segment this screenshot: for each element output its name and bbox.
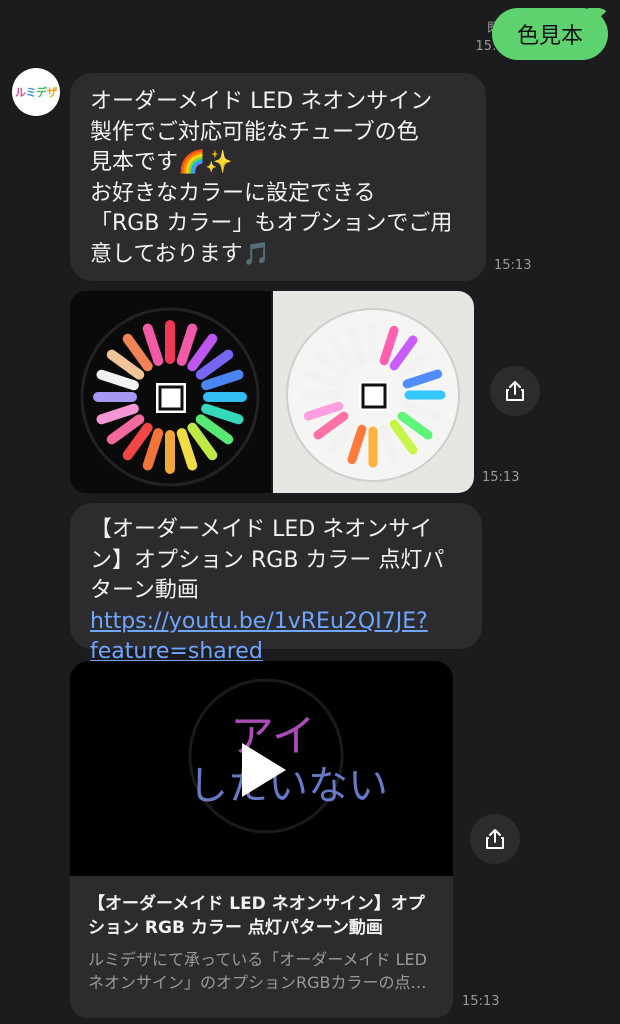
- neon-tube: [122, 422, 153, 461]
- neon-tube: [176, 428, 198, 471]
- received-message-text: オーダーメイド LED ネオンサイン 製作でご対応可能なチューブの色 見本です🌈…: [90, 89, 453, 267]
- video-preview-card[interactable]: アイ したいない 【オーダーメイド LED ネオンサイン】オプション RGB カ…: [70, 661, 453, 1018]
- neon-tube: [106, 349, 145, 380]
- neon-tube: [106, 414, 145, 445]
- sent-message-bubble[interactable]: 色見本: [492, 8, 608, 60]
- neon-tube: [201, 403, 244, 425]
- neon-sample-light-image[interactable]: [271, 291, 474, 493]
- neon-tube: [195, 414, 234, 445]
- link-message-text: 【オーダーメイド LED ネオンサイン】オプション RGB カラー 点灯パターン…: [90, 517, 445, 665]
- avatar[interactable]: ルミデザ: [12, 68, 60, 116]
- link-message-bubble[interactable]: 【オーダーメイド LED ネオンサイン】オプション RGB カラー 点灯パターン…: [70, 503, 482, 664]
- share-icon: [486, 829, 504, 849]
- neon-sample-dark-image[interactable]: [70, 291, 271, 493]
- brand-logo: ルミデザ: [15, 86, 57, 99]
- video-description: ルミデザにて承っている「オーダーメイド LED ネオンサイン」のオプションRGB…: [88, 950, 427, 992]
- play-icon[interactable]: [242, 743, 286, 797]
- neon-tube: [195, 349, 234, 380]
- neon-tube: [176, 323, 198, 366]
- neon-tube: [122, 333, 153, 372]
- video-thumbnail[interactable]: アイ したいない: [70, 661, 453, 876]
- neon-tube: [201, 369, 244, 391]
- youtube-link[interactable]: https://youtu.be/1vREu2QI7JE?feature=sha…: [90, 609, 428, 665]
- neon-color-wheel-light: [286, 308, 460, 482]
- chat-view[interactable]: 既読 15:13 色見本 ルミデザ オーダーメイド LED ネオンサイン 製作で…: [0, 0, 620, 1024]
- neon-tube: [187, 333, 218, 372]
- neon-tube: [142, 323, 164, 366]
- video-time: 15:13: [462, 994, 500, 1009]
- neon-tube: [142, 428, 164, 471]
- image-time: 15:13: [482, 470, 520, 485]
- share-icon: [506, 381, 524, 401]
- neon-tube: [96, 369, 139, 391]
- neon-tube: [187, 422, 218, 461]
- video-title: 【オーダーメイド LED ネオンサイン】オプション RGB カラー 点灯パターン…: [88, 894, 425, 938]
- neon-tube: [96, 403, 139, 425]
- share-button[interactable]: [470, 814, 520, 864]
- sent-message-text: 色見本: [516, 24, 583, 49]
- message-time: 15:13: [494, 258, 532, 273]
- neon-color-wheel-dark: [80, 307, 260, 487]
- image-pair[interactable]: [70, 291, 474, 493]
- share-button[interactable]: [490, 366, 540, 416]
- received-message-bubble[interactable]: オーダーメイド LED ネオンサイン 製作でご対応可能なチューブの色 見本です🌈…: [70, 73, 486, 281]
- svg-text:したいない: したいない: [188, 763, 388, 809]
- video-info: 【オーダーメイド LED ネオンサイン】オプション RGB カラー 点灯パターン…: [70, 876, 453, 1010]
